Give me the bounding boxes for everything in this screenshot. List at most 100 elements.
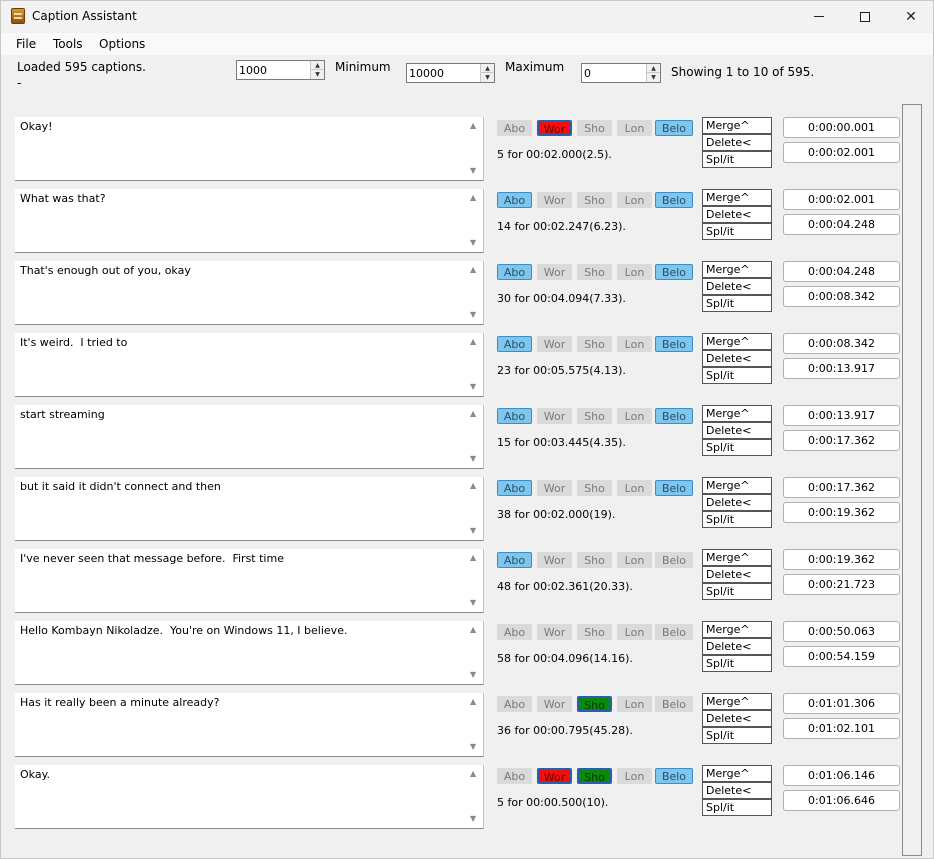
spin-up-icon[interactable]: ▲ [311, 61, 324, 70]
scroll-up-icon[interactable]: ▲ [470, 553, 476, 562]
flag-below[interactable]: Belo [655, 408, 693, 424]
merge-button[interactable]: Merge^ [702, 549, 772, 566]
scroll-up-icon[interactable]: ▲ [470, 769, 476, 778]
delete-button[interactable]: Delete< [702, 782, 772, 799]
textarea-scrollbar[interactable]: ▲ ▼ [466, 261, 483, 323]
flag-long[interactable]: Lon [617, 480, 652, 496]
caption-textarea[interactable]: That's enough out of you, okay ▲ ▼ [15, 261, 484, 325]
close-button[interactable]: ✕ [888, 1, 934, 32]
first-value-input[interactable] [237, 61, 309, 79]
caption-textarea[interactable]: Hello Kombayn Nikoladze. You're on Windo… [15, 621, 484, 685]
end-time-field[interactable]: 0:00:19.362 [783, 502, 900, 523]
textarea-scrollbar[interactable]: ▲ ▼ [466, 333, 483, 395]
scroll-up-icon[interactable]: ▲ [470, 625, 476, 634]
split-button[interactable]: Spl/it [702, 223, 772, 240]
end-time-field[interactable]: 0:00:13.917 [783, 358, 900, 379]
end-time-field[interactable]: 0:00:21.723 [783, 574, 900, 595]
flag-words[interactable]: Wor [537, 552, 572, 568]
spin-up-icon[interactable]: ▲ [647, 64, 660, 73]
maximum-spin[interactable]: ▲ ▼ [646, 64, 660, 82]
textarea-scrollbar[interactable]: ▲ ▼ [466, 117, 483, 179]
flag-words[interactable]: Wor [537, 624, 572, 640]
merge-button[interactable]: Merge^ [702, 765, 772, 782]
caption-textarea[interactable]: but it said it didn't connect and then ▲… [15, 477, 484, 541]
merge-button[interactable]: Merge^ [702, 261, 772, 278]
flag-long[interactable]: Lon [617, 768, 652, 784]
start-time-field[interactable]: 0:00:50.063 [783, 621, 900, 642]
scroll-up-icon[interactable]: ▲ [470, 697, 476, 706]
flag-long[interactable]: Lon [617, 696, 652, 712]
flag-above[interactable]: Abo [497, 264, 532, 280]
end-time-field[interactable]: 0:01:02.101 [783, 718, 900, 739]
flag-short[interactable]: Sho [577, 336, 612, 352]
delete-button[interactable]: Delete< [702, 134, 772, 151]
spin-down-icon[interactable]: ▼ [311, 70, 324, 79]
flag-long[interactable]: Lon [617, 336, 652, 352]
caption-textarea[interactable]: I've never seen that message before. Fir… [15, 549, 484, 613]
list-scrollbar[interactable] [902, 104, 922, 856]
scroll-down-icon[interactable]: ▼ [470, 238, 476, 247]
flag-below[interactable]: Belo [655, 336, 693, 352]
flag-above[interactable]: Abo [497, 192, 532, 208]
flag-short[interactable]: Sho [577, 264, 612, 280]
split-button[interactable]: Spl/it [702, 367, 772, 384]
flag-above[interactable]: Abo [497, 120, 532, 136]
merge-button[interactable]: Merge^ [702, 693, 772, 710]
flag-below[interactable]: Belo [655, 696, 693, 712]
flag-short[interactable]: Sho [577, 192, 612, 208]
flag-below[interactable]: Belo [655, 120, 693, 136]
start-time-field[interactable]: 0:01:01.306 [783, 693, 900, 714]
delete-button[interactable]: Delete< [702, 710, 772, 727]
spin-down-icon[interactable]: ▼ [481, 73, 494, 82]
start-time-field[interactable]: 0:00:13.917 [783, 405, 900, 426]
merge-button[interactable]: Merge^ [702, 477, 772, 494]
merge-button[interactable]: Merge^ [702, 333, 772, 350]
minimum-input[interactable] [407, 64, 479, 82]
scroll-up-icon[interactable]: ▲ [470, 481, 476, 490]
split-button[interactable]: Spl/it [702, 439, 772, 456]
delete-button[interactable]: Delete< [702, 350, 772, 367]
flag-below[interactable]: Belo [655, 192, 693, 208]
flag-above[interactable]: Abo [497, 696, 532, 712]
start-time-field[interactable]: 0:01:06.146 [783, 765, 900, 786]
flag-words[interactable]: Wor [537, 480, 572, 496]
flag-above[interactable]: Abo [497, 480, 532, 496]
caption-textarea[interactable]: What was that? ▲ ▼ [15, 189, 484, 253]
textarea-scrollbar[interactable]: ▲ ▼ [466, 765, 483, 827]
end-time-field[interactable]: 0:00:02.001 [783, 142, 900, 163]
menu-tools[interactable]: Tools [53, 37, 83, 51]
flag-short[interactable]: Sho [577, 696, 612, 712]
maximum-input[interactable] [582, 64, 645, 82]
maximum-stepper[interactable]: ▲▼ [581, 63, 661, 83]
start-time-field[interactable]: 0:00:19.362 [783, 549, 900, 570]
flag-short[interactable]: Sho [577, 120, 612, 136]
delete-button[interactable]: Delete< [702, 206, 772, 223]
scroll-down-icon[interactable]: ▼ [470, 526, 476, 535]
minimize-button[interactable] [796, 1, 842, 32]
flag-below[interactable]: Belo [655, 552, 693, 568]
flag-short[interactable]: Sho [577, 552, 612, 568]
split-button[interactable]: Spl/it [702, 295, 772, 312]
flag-words[interactable]: Wor [537, 192, 572, 208]
first-value-stepper[interactable]: ▲▼ [236, 60, 325, 80]
scroll-down-icon[interactable]: ▼ [470, 670, 476, 679]
flag-short[interactable]: Sho [577, 768, 612, 784]
textarea-scrollbar[interactable]: ▲ ▼ [466, 693, 483, 755]
flag-long[interactable]: Lon [617, 408, 652, 424]
split-button[interactable]: Spl/it [702, 511, 772, 528]
split-button[interactable]: Spl/it [702, 727, 772, 744]
textarea-scrollbar[interactable]: ▲ ▼ [466, 621, 483, 683]
end-time-field[interactable]: 0:01:06.646 [783, 790, 900, 811]
split-button[interactable]: Spl/it [702, 655, 772, 672]
flag-words[interactable]: Wor [537, 264, 572, 280]
textarea-scrollbar[interactable]: ▲ ▼ [466, 549, 483, 611]
flag-above[interactable]: Abo [497, 552, 532, 568]
merge-button[interactable]: Merge^ [702, 405, 772, 422]
flag-long[interactable]: Lon [617, 192, 652, 208]
caption-textarea[interactable]: Has it really been a minute already? ▲ ▼ [15, 693, 484, 757]
maximize-button[interactable] [842, 1, 888, 32]
scroll-down-icon[interactable]: ▼ [470, 310, 476, 319]
delete-button[interactable]: Delete< [702, 638, 772, 655]
flag-words[interactable]: Wor [537, 768, 572, 784]
flag-below[interactable]: Belo [655, 480, 693, 496]
